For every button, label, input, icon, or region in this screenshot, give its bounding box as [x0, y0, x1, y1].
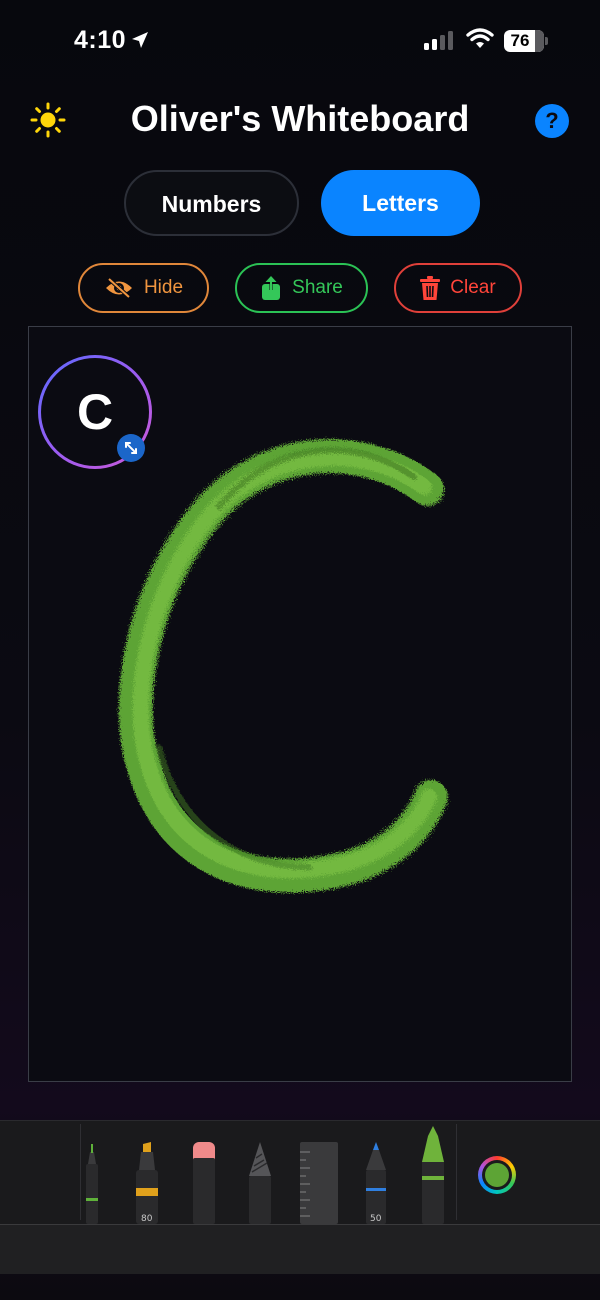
hide-label: Hide [143, 277, 184, 298]
pen-tool-icon[interactable] [82, 1140, 102, 1224]
eraser-tool-icon[interactable] [192, 1142, 216, 1224]
status-bar: 4:10 76 [0, 0, 600, 82]
status-time: 4:10 [74, 26, 127, 54]
tab-numbers[interactable]: Numbers [124, 170, 299, 236]
pencil-tool-icon[interactable] [248, 1142, 272, 1224]
color-picker-button[interactable] [478, 1156, 516, 1194]
clear-button[interactable]: Clear [394, 263, 522, 313]
battery-indicator: 76 [504, 30, 548, 52]
cellular-signal-icon [424, 31, 453, 50]
help-button[interactable]: ? [535, 104, 569, 138]
share-label: Share [292, 277, 343, 298]
tool-divider [456, 1124, 457, 1220]
fountain-pen-tool-icon[interactable] [364, 1142, 388, 1224]
tool-tray-footer [0, 1224, 600, 1274]
wifi-icon [466, 28, 494, 48]
tool-divider [80, 1124, 81, 1220]
resize-arrows-icon[interactable] [117, 434, 145, 462]
tab-letters[interactable]: Letters [321, 170, 480, 236]
share-icon [262, 276, 281, 300]
clear-label: Clear [450, 277, 496, 298]
marker-size: 80 [141, 1214, 153, 1224]
share-button[interactable]: Share [235, 263, 368, 313]
page-title: Oliver's Whiteboard [130, 98, 470, 139]
trash-icon [420, 276, 441, 300]
battery-percent: 76 [510, 31, 530, 50]
ruler-tool-icon[interactable] [300, 1142, 338, 1224]
fountain-pen-size: 50 [370, 1214, 382, 1224]
hide-button[interactable]: Hide [78, 263, 209, 313]
eye-slash-icon [105, 277, 132, 299]
marker-tool-icon[interactable] [134, 1140, 160, 1224]
location-arrow-icon [132, 32, 148, 48]
crayon-tool-icon[interactable] [420, 1126, 446, 1224]
current-color-swatch [485, 1163, 509, 1187]
sun-icon[interactable] [30, 102, 66, 138]
